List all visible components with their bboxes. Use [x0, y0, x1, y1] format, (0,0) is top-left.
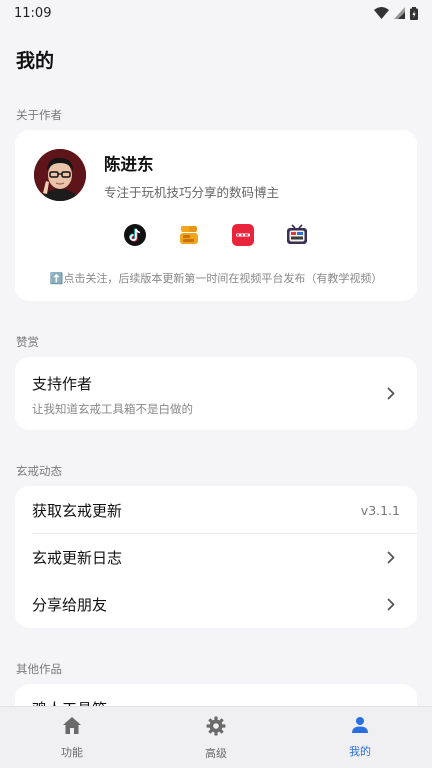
nav-label-advanced: 高级	[205, 747, 227, 760]
status-time: 11:09	[14, 5, 52, 21]
avatar[interactable]	[34, 149, 86, 201]
section-label-updates: 玄戒动态	[16, 464, 62, 478]
gear-icon	[206, 716, 226, 736]
share-title: 分享给朋友	[32, 596, 108, 614]
author-card: 陈进东 专注于玩机技巧分享的数码博主 ⬆️点击关注，后续版本更新第一时间在视频平…	[15, 130, 417, 301]
nav-label-features: 功能	[61, 746, 83, 759]
signal-icon	[394, 7, 405, 19]
author-description: 专注于玩机技巧分享的数码博主	[104, 185, 280, 200]
bilibili-icon[interactable]	[286, 224, 308, 246]
chevron-right-icon	[387, 387, 395, 400]
battery-icon	[410, 6, 418, 20]
support-author-subtitle: 让我知道玄戒工具箱不是白做的	[32, 402, 193, 416]
section-label-other: 其他作品	[16, 662, 62, 676]
xiaohongshu-icon[interactable]	[232, 224, 254, 246]
section-label-about: 关于作者	[16, 108, 62, 122]
get-update-title: 获取玄戒更新	[32, 502, 123, 520]
home-icon	[63, 717, 81, 734]
changelog-title: 玄戒更新日志	[32, 549, 123, 567]
status-icons	[374, 6, 418, 20]
support-author-title: 支持作者	[32, 375, 93, 393]
nav-item-advanced[interactable]: 高级	[144, 707, 288, 768]
nav-label-mine: 我的	[349, 745, 371, 758]
support-author-row[interactable]: 支持作者 让我知道玄戒工具箱不是白做的	[15, 357, 417, 430]
changelog-row[interactable]: 玄戒更新日志	[15, 534, 417, 581]
support-card: 支持作者 让我知道玄戒工具箱不是白做的	[15, 357, 417, 430]
social-links	[124, 224, 308, 246]
chevron-right-icon	[387, 598, 395, 611]
author-follow-note: ⬆️点击关注，后续版本更新第一时间在视频平台发布（有教学视频）	[49, 272, 383, 285]
tiktok-icon[interactable]	[124, 224, 146, 246]
section-label-donate: 赞赏	[16, 335, 39, 349]
version-value: v3.1.1	[360, 503, 400, 518]
person-icon	[352, 717, 368, 733]
bottom-navigation: 功能 高级 我的	[0, 706, 432, 768]
wifi-icon	[374, 7, 389, 19]
share-row[interactable]: 分享给朋友	[15, 581, 417, 628]
chevron-right-icon	[387, 551, 395, 564]
nav-item-mine[interactable]: 我的	[288, 707, 432, 768]
author-name: 陈进东	[104, 155, 154, 174]
updates-card: 获取玄戒更新 v3.1.1 玄戒更新日志 分享给朋友	[15, 486, 417, 628]
get-update-row[interactable]: 获取玄戒更新 v3.1.1	[15, 486, 417, 533]
kuaishou-icon[interactable]	[178, 224, 200, 246]
nav-item-features[interactable]: 功能	[0, 707, 144, 768]
status-bar: 11:09	[0, 0, 432, 26]
avatar-portrait-icon	[34, 149, 86, 201]
page-title: 我的	[16, 50, 55, 72]
